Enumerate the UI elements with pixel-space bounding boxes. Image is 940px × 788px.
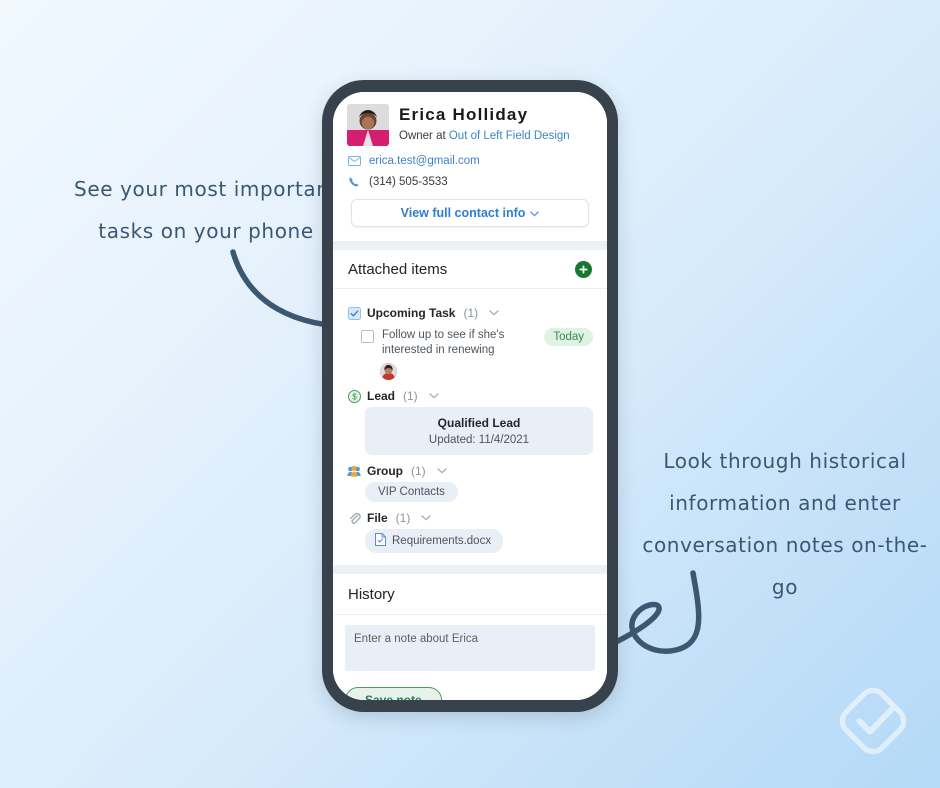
chevron-down-icon[interactable] xyxy=(489,310,499,316)
phone-screen: Erica Holliday Owner at Out of Left Fiel… xyxy=(333,92,607,700)
view-full-contact-info-button[interactable]: View full contact info xyxy=(351,199,589,227)
left-annotation-text: See your most important tasks on your ph… xyxy=(74,177,338,243)
contact-header-card: Erica Holliday Owner at Out of Left Fiel… xyxy=(333,92,607,241)
envelope-icon xyxy=(347,156,361,166)
task-item[interactable]: Follow up to see if she's interested in … xyxy=(347,324,593,358)
people-group-icon xyxy=(347,464,361,478)
file-name: Requirements.docx xyxy=(392,535,492,547)
task-due-badge: Today xyxy=(544,328,593,346)
document-icon xyxy=(375,533,386,549)
note-input[interactable] xyxy=(345,625,595,671)
contact-identity: Erica Holliday Owner at Out of Left Fiel… xyxy=(347,104,593,146)
lead-updated: Updated: 11/4/2021 xyxy=(428,434,530,446)
contact-email-row[interactable]: erica.test@gmail.com xyxy=(347,155,593,167)
phone-icon xyxy=(347,176,361,188)
attached-group-count: (1) xyxy=(403,389,418,403)
contact-role-prefix: Owner at xyxy=(399,130,449,142)
history-body: Save note xyxy=(333,615,607,700)
nimble-check-logo xyxy=(839,687,907,755)
chevron-down-icon[interactable] xyxy=(436,468,447,474)
attached-group-label: File xyxy=(367,511,388,525)
group-pill[interactable]: VIP Contacts xyxy=(365,482,458,502)
contact-avatar xyxy=(347,104,389,146)
attached-group-label: Group xyxy=(367,464,403,478)
history-title: History xyxy=(333,574,607,615)
checkbox-unchecked-icon[interactable] xyxy=(361,330,374,343)
section-divider-2 xyxy=(333,565,607,574)
attached-group-count: (1) xyxy=(411,464,426,478)
lead-card[interactable]: Qualified Lead Updated: 11/4/2021 xyxy=(365,407,593,455)
chevron-down-icon[interactable] xyxy=(421,515,432,521)
save-note-button[interactable]: Save note xyxy=(345,687,442,700)
attached-group-upcoming-task[interactable]: Upcoming Task (1) xyxy=(347,306,593,320)
task-text: Follow up to see if she's interested in … xyxy=(382,329,505,356)
view-full-contact-info-label: View full contact info xyxy=(400,206,526,220)
attached-group-label: Upcoming Task xyxy=(367,306,456,320)
chevron-down-icon[interactable] xyxy=(428,393,439,399)
history-card: History Save note xyxy=(333,574,607,700)
attached-group-count: (1) xyxy=(463,306,479,320)
attached-group-count: (1) xyxy=(395,511,411,525)
plus-icon xyxy=(579,265,588,274)
svg-text:$: $ xyxy=(352,392,357,401)
attached-items-card: Attached items Upcoming Task (1) Follow … xyxy=(333,250,607,565)
add-attached-item-button[interactable] xyxy=(575,261,592,278)
attached-group-label: Lead xyxy=(367,389,396,403)
contact-phone[interactable]: (314) 505-3533 xyxy=(369,176,448,188)
lead-dollar-icon: $ xyxy=(347,389,361,403)
attached-group-file[interactable]: File (1) xyxy=(347,511,593,525)
contact-name: Erica Holliday xyxy=(399,105,529,124)
attached-group-lead[interactable]: $ Lead (1) xyxy=(347,389,593,403)
contact-phone-row[interactable]: (314) 505-3533 xyxy=(347,176,593,188)
attached-items-body: Upcoming Task (1) Follow up to see if sh… xyxy=(333,289,607,565)
attached-items-header: Attached items xyxy=(333,250,607,289)
phone-mockup: Erica Holliday Owner at Out of Left Fiel… xyxy=(322,80,618,712)
lead-title: Qualified Lead xyxy=(437,416,521,430)
attached-items-title: Attached items xyxy=(348,261,448,278)
assignee-avatar xyxy=(380,363,397,380)
contact-email[interactable]: erica.test@gmail.com xyxy=(369,155,480,167)
chevron-down-icon xyxy=(530,206,540,220)
file-pill[interactable]: Requirements.docx xyxy=(365,529,504,553)
contact-company-link[interactable]: Out of Left Field Design xyxy=(449,130,570,142)
contact-role: Owner at Out of Left Field Design xyxy=(399,129,570,143)
paperclip-icon xyxy=(347,511,361,525)
contact-text-block: Erica Holliday Owner at Out of Left Fiel… xyxy=(399,104,570,143)
section-divider-1 xyxy=(333,241,607,250)
task-checkbox-icon xyxy=(347,306,361,320)
attached-group-group[interactable]: Group (1) xyxy=(347,464,593,478)
right-annotation-text: Look through historical information and … xyxy=(642,449,928,599)
